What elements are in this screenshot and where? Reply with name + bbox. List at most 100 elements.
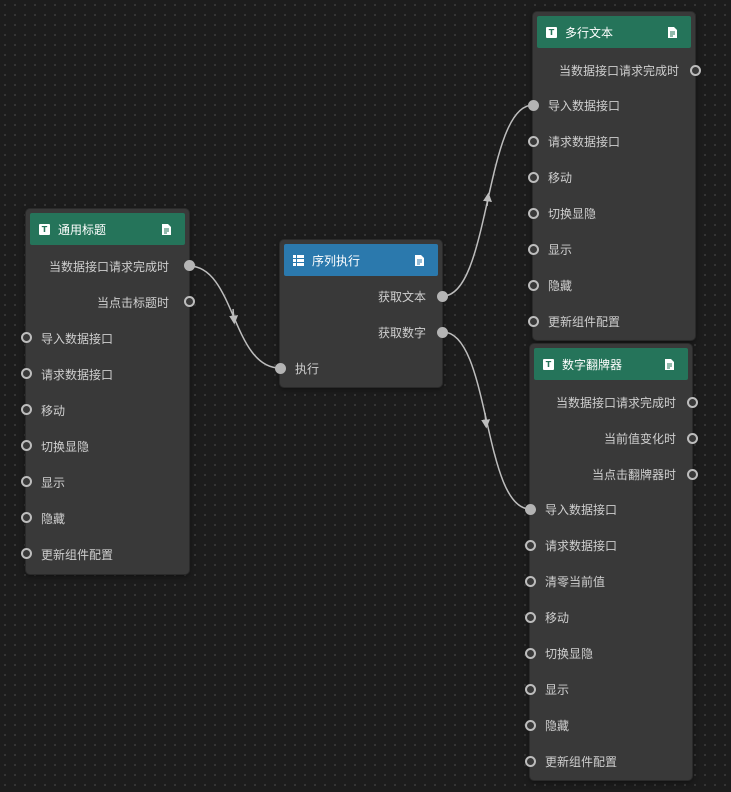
port-label: 当数据接口请求完成时 xyxy=(558,63,679,78)
port-connector[interactable] xyxy=(437,291,448,302)
wire-sequence-to-number-flip[interactable] xyxy=(442,331,531,510)
port-label: 移动 xyxy=(548,170,573,185)
output-port[interactable]: 获取文本 xyxy=(378,287,426,305)
node-sequence[interactable]: 序列执行 获取文本 获取数字 执行 xyxy=(275,240,448,387)
port-label: 获取数字 xyxy=(377,325,426,340)
node-title-label: 通用标题 xyxy=(58,222,107,237)
port-connector[interactable] xyxy=(21,548,32,559)
input-port[interactable]: 执行 xyxy=(295,359,319,377)
input-port[interactable]: 切换显隐 xyxy=(548,204,596,222)
port-connector[interactable] xyxy=(525,576,536,587)
port-connector[interactable] xyxy=(690,65,701,76)
port-label: 更新组件配置 xyxy=(548,314,621,329)
port-label: 获取文本 xyxy=(377,289,426,304)
input-port[interactable]: 显示 xyxy=(548,240,572,258)
node-multiline-text[interactable]: T 多行文本 当数据接口请求完成时 导入数据接口 请求数据接口 移动 切换显隐 … xyxy=(528,12,701,340)
input-port[interactable]: 隐藏 xyxy=(41,509,65,527)
port-connector[interactable] xyxy=(21,368,32,379)
text-component-icon: T xyxy=(543,358,554,370)
port-connector[interactable] xyxy=(275,363,286,374)
port-label: 显示 xyxy=(548,242,573,257)
port-connector[interactable] xyxy=(525,540,536,551)
input-port[interactable]: 请求数据接口 xyxy=(545,536,617,554)
port-connector[interactable] xyxy=(528,316,539,327)
port-connector[interactable] xyxy=(21,512,32,523)
input-port[interactable]: 移动 xyxy=(41,401,65,419)
port-connector[interactable] xyxy=(525,720,536,731)
node-number-flip-label: 数字翻牌器 xyxy=(562,357,623,372)
output-port[interactable]: 当点击翻牌器时 xyxy=(592,465,676,483)
input-port[interactable]: 请求数据接口 xyxy=(41,365,113,383)
port-connector[interactable] xyxy=(525,612,536,623)
port-connector[interactable] xyxy=(687,397,698,408)
node-sequence-header[interactable]: 序列执行 xyxy=(284,244,438,276)
node-sequence-label: 序列执行 xyxy=(312,253,361,268)
port-label: 移动 xyxy=(41,403,66,418)
port-label: 切换显隐 xyxy=(41,439,90,454)
output-port[interactable]: 当点击标题时 xyxy=(97,293,169,311)
port-connector[interactable] xyxy=(21,476,32,487)
port-label: 清零当前值 xyxy=(545,574,606,589)
port-connector[interactable] xyxy=(21,332,32,343)
port-connector[interactable] xyxy=(528,100,539,111)
node-title[interactable]: T 通用标题 当数据接口请求完成时 当点击标题时 导入数据接口 请求数据接口 移… xyxy=(21,209,195,574)
input-port[interactable]: 隐藏 xyxy=(548,276,572,294)
port-connector[interactable] xyxy=(528,280,539,291)
node-number-flip-header[interactable]: T 数字翻牌器 xyxy=(534,348,688,380)
port-connector[interactable] xyxy=(687,469,698,480)
input-port[interactable]: 导入数据接口 xyxy=(545,500,617,518)
output-port[interactable]: 当数据接口请求完成时 xyxy=(49,257,169,275)
port-connector[interactable] xyxy=(184,296,195,307)
port-label: 更新组件配置 xyxy=(41,547,114,562)
wire-sequence-to-multiline-text[interactable] xyxy=(442,104,534,297)
output-port[interactable]: 当前值变化时 xyxy=(604,429,676,447)
port-label: 导入数据接口 xyxy=(548,98,621,113)
text-component-icon: T xyxy=(546,26,557,38)
input-port[interactable]: 切换显隐 xyxy=(545,644,593,662)
port-connector[interactable] xyxy=(528,136,539,147)
input-port[interactable]: 请求数据接口 xyxy=(548,132,620,150)
port-connector[interactable] xyxy=(687,433,698,444)
output-port[interactable]: 当数据接口请求完成时 xyxy=(559,61,679,79)
output-port[interactable]: 当数据接口请求完成时 xyxy=(556,393,676,411)
input-port[interactable]: 切换显隐 xyxy=(41,437,89,455)
document-icon[interactable] xyxy=(665,358,674,370)
node-title-header[interactable]: T 通用标题 xyxy=(30,213,185,245)
port-connector[interactable] xyxy=(525,648,536,659)
port-connector[interactable] xyxy=(528,244,539,255)
output-port[interactable]: 获取数字 xyxy=(378,323,426,341)
input-port[interactable]: 更新组件配置 xyxy=(548,312,620,330)
port-label: 请求数据接口 xyxy=(545,538,618,553)
port-label: 显示 xyxy=(41,475,66,490)
port-label: 更新组件配置 xyxy=(545,754,618,769)
node-multiline-text-header[interactable]: T 多行文本 xyxy=(537,16,691,48)
port-connector[interactable] xyxy=(21,440,32,451)
wire-title-to-sequence[interactable] xyxy=(188,265,281,369)
port-connector[interactable] xyxy=(528,172,539,183)
port-connector[interactable] xyxy=(525,684,536,695)
port-connector[interactable] xyxy=(21,404,32,415)
document-icon[interactable] xyxy=(668,26,677,38)
port-connector[interactable] xyxy=(184,260,195,271)
port-label: 导入数据接口 xyxy=(41,331,114,346)
port-connector[interactable] xyxy=(525,504,536,515)
input-port[interactable]: 移动 xyxy=(548,168,572,186)
input-port[interactable]: 移动 xyxy=(545,608,569,626)
port-label: 隐藏 xyxy=(41,511,66,526)
input-port[interactable]: 清零当前值 xyxy=(545,572,605,590)
input-port[interactable]: 隐藏 xyxy=(545,716,569,734)
input-port[interactable]: 显示 xyxy=(545,680,569,698)
document-icon[interactable] xyxy=(162,223,171,235)
input-port[interactable]: 更新组件配置 xyxy=(41,545,113,563)
document-icon[interactable] xyxy=(415,254,424,266)
input-port[interactable]: 导入数据接口 xyxy=(548,96,620,114)
port-label: 当点击标题时 xyxy=(96,295,169,310)
input-port[interactable]: 更新组件配置 xyxy=(545,752,617,770)
port-connector[interactable] xyxy=(525,756,536,767)
node-multiline-text-label: 多行文本 xyxy=(565,25,614,40)
node-number-flip[interactable]: T 数字翻牌器 当数据接口请求完成时 当前值变化时 当点击翻牌器时 导入数据接口… xyxy=(525,344,698,780)
port-connector[interactable] xyxy=(528,208,539,219)
input-port[interactable]: 导入数据接口 xyxy=(41,329,113,347)
port-connector[interactable] xyxy=(437,327,448,338)
input-port[interactable]: 显示 xyxy=(41,473,65,491)
